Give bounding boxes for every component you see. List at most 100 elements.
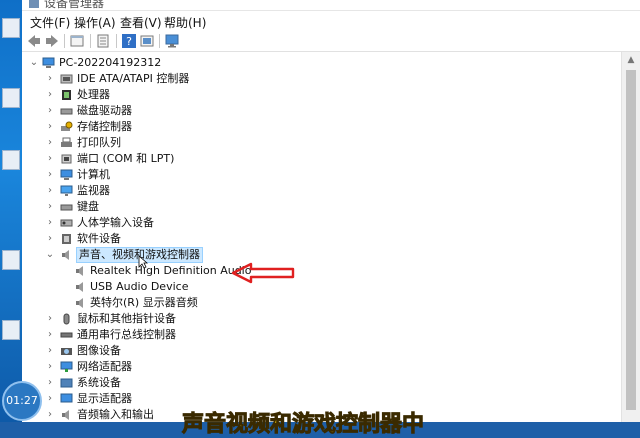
tree-item-computer[interactable]: › 计算机 <box>44 167 344 183</box>
expand-chevron-icon[interactable]: › <box>44 391 56 407</box>
monitor-icon[interactable] <box>164 33 180 49</box>
expand-chevron-icon[interactable]: › <box>44 215 56 231</box>
forward-arrow-icon[interactable] <box>44 33 60 49</box>
tree-item-display-adapters[interactable]: › 显示适配器 <box>44 391 344 407</box>
expand-chevron-icon[interactable]: › <box>44 375 56 391</box>
video-caption: 声音视频和游戏控制器中 <box>181 412 425 438</box>
expand-chevron-icon[interactable]: › <box>44 87 56 103</box>
tree-item-label: 音频输入和输出 <box>77 408 154 421</box>
tree-item-usb-controllers[interactable]: › 通用串行总线控制器 <box>44 327 344 343</box>
tree-item-label: 端口 (COM 和 LPT) <box>77 152 175 165</box>
tree-item-processor[interactable]: › 处理器 <box>44 87 344 103</box>
vertical-scrollbar[interactable]: ▲ <box>621 52 640 422</box>
scroll-thumb[interactable] <box>626 70 636 410</box>
expand-chevron-icon[interactable]: › <box>44 407 56 423</box>
tree-item-network-adapters[interactable]: › 网络适配器 <box>44 359 344 375</box>
tree-item-disk-drives[interactable]: › 磁盘驱动器 <box>44 103 344 119</box>
expand-chevron-icon[interactable]: › <box>44 151 56 167</box>
tree-item-ports[interactable]: › 端口 (COM 和 LPT) <box>44 151 344 167</box>
expand-chevron-icon[interactable]: › <box>44 135 56 151</box>
desktop-shortcut-icon[interactable] <box>2 88 20 108</box>
desktop-shortcut-icon[interactable] <box>2 150 20 170</box>
menu-bar: 文件(F) 操作(A) 查看(V) 帮助(H) <box>22 11 640 31</box>
show-hide-icon[interactable] <box>95 33 111 49</box>
expand-chevron-icon[interactable]: › <box>44 103 56 119</box>
tree-item-sound-video-game[interactable]: ⌄ 声音、视频和游戏控制器 <box>44 247 344 263</box>
tree-item-mice[interactable]: › 鼠标和其他指针设备 <box>44 311 344 327</box>
tree-child-usb-audio[interactable]: USB Audio Device <box>74 279 374 295</box>
menu-help[interactable]: 帮助(H) <box>164 14 206 31</box>
expand-chevron-icon[interactable]: › <box>44 183 56 199</box>
desktop-background <box>0 0 22 422</box>
expand-chevron-icon[interactable]: › <box>44 119 56 135</box>
expand-chevron-icon[interactable]: › <box>44 167 56 183</box>
tree-item-label: 监视器 <box>77 184 110 197</box>
tree-item-keyboard[interactable]: › 键盘 <box>44 199 344 215</box>
tree-item-label: 打印队列 <box>77 136 121 149</box>
tree-item-monitors[interactable]: › 监视器 <box>44 183 344 199</box>
expand-chevron-icon[interactable]: › <box>44 343 56 359</box>
tree-root[interactable]: ⌄ PC-202204192312 <box>28 55 328 71</box>
properties-icon[interactable] <box>69 33 85 49</box>
menu-file[interactable]: 文件(F) <box>30 14 70 31</box>
collapse-chevron-icon[interactable]: ⌄ <box>28 55 40 71</box>
tree-child-realtek-audio[interactable]: Realtek High Definition Audio <box>74 263 374 279</box>
tree-item-label: Realtek High Definition Audio <box>90 264 252 277</box>
speaker-icon <box>76 266 83 276</box>
tree-item-label: 磁盘驱动器 <box>77 104 132 117</box>
device-manager-window: 设备管理器 文件(F) 操作(A) 查看(V) 帮助(H) ? ⌄ PC-202… <box>22 0 640 422</box>
tree-item-ide-controller[interactable]: › IDE ATA/ATAPI 控制器 <box>44 71 344 87</box>
toolbar-separator <box>64 34 65 48</box>
menu-view[interactable]: 查看(V) <box>120 14 162 31</box>
left-arrow-annotation-icon <box>231 262 295 284</box>
expand-chevron-icon[interactable]: › <box>44 311 56 327</box>
tree-child-intel-display-audio[interactable]: 英特尔(R) 显示器音频 <box>74 295 374 311</box>
toolbar: ? <box>22 31 640 52</box>
toolbar-separator <box>90 34 91 48</box>
system-device-icon <box>60 378 73 388</box>
hid-icon <box>60 219 73 227</box>
software-device-icon <box>62 234 71 244</box>
disk-drive-icon <box>60 108 73 115</box>
computer-icon <box>42 57 55 68</box>
computer-icon <box>60 169 73 180</box>
toolbar-separator <box>159 34 160 48</box>
tree-item-hid[interactable]: › 人体学输入设备 <box>44 215 344 231</box>
expand-chevron-icon[interactable]: › <box>44 327 56 343</box>
update-icon[interactable] <box>139 33 155 49</box>
svg-text:?: ? <box>126 35 132 48</box>
speaker-icon <box>76 282 83 292</box>
device-manager-icon <box>29 0 39 8</box>
expand-chevron-icon[interactable]: › <box>44 231 56 247</box>
expand-chevron-icon[interactable]: › <box>44 199 56 215</box>
tree-item-label: 软件设备 <box>77 232 121 245</box>
desktop-shortcut-icon[interactable] <box>2 18 20 38</box>
keyboard-icon <box>60 204 73 211</box>
scroll-up-icon[interactable]: ▲ <box>622 52 640 68</box>
desktop-shortcut-icon[interactable] <box>2 320 20 340</box>
mouse-pointer-icon <box>138 255 148 269</box>
speaker-icon <box>62 250 69 260</box>
tree-item-system-devices[interactable]: › 系统设备 <box>44 375 344 391</box>
help-icon[interactable]: ? <box>121 33 137 49</box>
back-arrow-icon[interactable] <box>26 33 42 49</box>
tree-item-storage-controller[interactable]: › 存储控制器 <box>44 119 344 135</box>
title-bar[interactable]: 设备管理器 <box>22 0 640 11</box>
usb-icon <box>60 332 73 338</box>
expand-chevron-icon[interactable]: › <box>44 71 56 87</box>
menu-action[interactable]: 操作(A) <box>74 14 116 31</box>
tree-item-label: 鼠标和其他指针设备 <box>77 312 176 325</box>
device-tree: ⌄ PC-202204192312 › IDE ATA/ATAPI 控制器 › … <box>22 52 620 422</box>
tree-item-label: 图像设备 <box>77 344 121 357</box>
tree-item-software-devices[interactable]: › 软件设备 <box>44 231 344 247</box>
tree-item-label: 计算机 <box>77 168 110 181</box>
tree-item-imaging-devices[interactable]: › 图像设备 <box>44 343 344 359</box>
expand-chevron-icon[interactable]: › <box>44 359 56 375</box>
tree-item-label: 存储控制器 <box>77 120 132 133</box>
tree-item-print-queue[interactable]: › 打印队列 <box>44 135 344 151</box>
collapse-chevron-icon[interactable]: ⌄ <box>44 247 56 263</box>
storage-controller-icon <box>61 121 73 131</box>
speaker-icon <box>76 298 83 308</box>
desktop-shortcut-icon[interactable] <box>2 250 20 270</box>
tree-root-label: PC-202204192312 <box>59 56 162 69</box>
